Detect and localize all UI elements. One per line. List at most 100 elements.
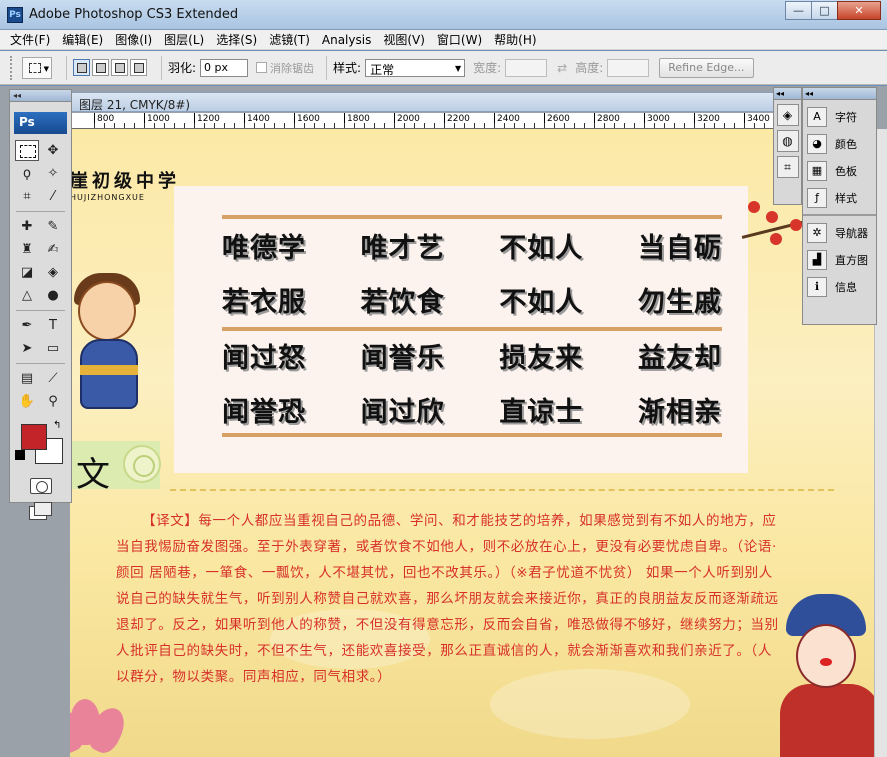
rectangular-marquee-tool[interactable] (15, 140, 39, 161)
paths-icon[interactable]: ⌗ (776, 156, 799, 178)
feather-input[interactable]: 0 px (200, 58, 249, 77)
panel-navigator[interactable]: ✲ 导航器 (803, 219, 876, 246)
menu-view[interactable]: 视图(V) (383, 31, 425, 48)
layers-icon[interactable]: ◈ (776, 104, 799, 126)
panel-swatches[interactable]: ▦ 色板 (803, 157, 876, 184)
maximize-button[interactable]: □ (811, 1, 838, 20)
dragon-medallion-icon (123, 445, 161, 483)
panel-group: ✲ 导航器 ▟ 直方图 ℹ 信息 (803, 216, 876, 303)
menu-file[interactable]: 文件(F) (10, 31, 50, 48)
divider (16, 211, 65, 212)
ruler-minor-tick (754, 123, 755, 128)
document-tab[interactable]: 图层 21, CMYK/8#) (70, 92, 774, 112)
brush-tool-icon[interactable]: ✎ (41, 216, 65, 237)
menu-image[interactable]: 图像(I) (115, 31, 152, 48)
ruler-minor-tick (104, 123, 105, 128)
foreground-color-swatch[interactable] (21, 424, 47, 450)
panel-label: 字符 (835, 110, 857, 124)
document-canvas[interactable]: 崖初级中学 HUJIZHONGXUE 唯德学 唯才艺 不如人 当自砺 若衣服 若… (70, 129, 887, 757)
ruler-minor-tick (574, 123, 575, 128)
add-to-selection-button[interactable] (92, 59, 109, 76)
ruler-minor-tick (314, 123, 315, 128)
rectangle-shape-tool-icon[interactable]: ▭ (41, 338, 65, 359)
horizontal-ruler[interactable]: 800 1000 1200 1400 1600 1800 2000 2200 2… (70, 113, 774, 129)
swap-colors-icon[interactable]: ↰ (53, 420, 61, 431)
ruler-minor-tick (234, 123, 235, 128)
options-bar-grip[interactable] (10, 55, 14, 80)
move-tool-icon[interactable]: ✥ (41, 140, 65, 161)
subtract-from-selection-button[interactable] (111, 59, 128, 76)
ruler-minor-tick (634, 123, 635, 128)
poem-rule-bottom (222, 433, 722, 437)
type-tool-icon[interactable]: T (41, 315, 65, 336)
ruler-minor-tick (494, 123, 495, 128)
swap-dimensions-icon[interactable]: ⇄ (557, 61, 567, 75)
photoshop-logo[interactable]: Ps (14, 112, 67, 134)
refine-edge-button[interactable]: Refine Edge... (659, 57, 754, 78)
history-brush-tool-icon[interactable]: ✍ (41, 239, 65, 260)
poem-phrase: 损友来 (499, 343, 584, 374)
crop-tool-icon[interactable]: ⌗ (15, 186, 39, 207)
ruler-minor-tick (364, 123, 365, 128)
panel-label: 信息 (835, 280, 857, 294)
minimize-button[interactable]: — (785, 1, 812, 20)
magic-wand-tool-icon[interactable]: ✧ (41, 163, 65, 184)
paint-bucket-tool-icon[interactable]: ◈ (41, 262, 65, 283)
width-input[interactable] (505, 58, 548, 77)
menu-filter[interactable]: 滤镜(T) (269, 31, 310, 48)
tools-panel-header[interactable]: ◂◂ (10, 90, 71, 102)
blur-tool-icon[interactable]: △ (15, 285, 39, 306)
slice-tool-icon[interactable]: ⁄ (41, 186, 65, 207)
ruler-minor-tick (604, 123, 605, 128)
eyedropper-tool-icon[interactable]: ⟋ (41, 368, 65, 389)
ruler-minor-tick (644, 123, 645, 128)
menu-edit[interactable]: 编辑(E) (62, 31, 103, 48)
tool-grid: ✒ T ➤ ▭ (10, 313, 71, 361)
menu-help[interactable]: 帮助(H) (494, 31, 536, 48)
clone-stamp-tool-icon[interactable]: ♜ (15, 239, 39, 260)
eraser-tool-icon[interactable]: ◪ (15, 262, 39, 283)
ruler-minor-tick (714, 123, 715, 128)
height-input[interactable] (607, 58, 650, 77)
dodge-tool-icon[interactable]: ● (41, 285, 65, 306)
dock-header[interactable]: ◂◂ (774, 88, 801, 100)
zoom-tool-icon[interactable]: ⚲ (41, 391, 65, 412)
panel-color[interactable]: ◕ 颜色 (803, 130, 876, 157)
lasso-tool-icon[interactable]: ϙ (15, 163, 39, 184)
panel-histogram[interactable]: ▟ 直方图 (803, 246, 876, 273)
panel-character[interactable]: A 字符 (803, 103, 876, 130)
healing-brush-tool-icon[interactable]: ✚ (15, 216, 39, 237)
ruler-minor-tick (94, 123, 95, 128)
ruler-minor-tick (294, 123, 295, 128)
panel-info[interactable]: ℹ 信息 (803, 273, 876, 300)
menu-layer[interactable]: 图层(L) (164, 31, 204, 48)
ruler-minor-tick (134, 123, 135, 128)
intersect-selection-button[interactable] (130, 59, 147, 76)
panel-styles[interactable]: ƒ 样式 (803, 184, 876, 211)
new-selection-button[interactable] (73, 59, 90, 76)
style-label: 样式: (333, 61, 362, 75)
dock-panel-header[interactable]: ◂◂ (803, 88, 876, 100)
close-button[interactable]: ✕ (837, 1, 881, 20)
notes-tool-icon[interactable]: ▤ (15, 368, 39, 389)
photoshop-app-icon: Ps (7, 7, 23, 23)
window-controls: — □ ✕ (785, 1, 881, 20)
hand-tool-icon[interactable]: ✋ (15, 391, 39, 412)
tool-preset-picker[interactable]: ▼ (22, 56, 52, 79)
channels-icon[interactable]: ◍ (776, 130, 799, 152)
path-selection-tool-icon[interactable]: ➤ (15, 338, 39, 359)
style-select[interactable]: 正常 ▼ (365, 58, 466, 77)
quick-mask-button[interactable] (29, 478, 52, 494)
menu-window[interactable]: 窗口(W) (437, 31, 482, 48)
tool-grid: ✥ ϙ ✧ ⌗ ⁄ (10, 138, 71, 209)
ruler-minor-tick (374, 123, 375, 128)
menu-select[interactable]: 选择(S) (216, 31, 257, 48)
ruler-minor-tick (504, 123, 505, 128)
pen-tool-icon[interactable]: ✒ (15, 315, 39, 336)
default-colors-icon[interactable] (15, 450, 25, 460)
antialias-checkbox[interactable]: 消除锯齿 (256, 60, 314, 76)
poem-phrase: 勿生戚 (637, 287, 722, 318)
menu-bar: 文件(F) 编辑(E) 图像(I) 图层(L) 选择(S) 滤镜(T) Anal… (0, 30, 887, 50)
screen-mode-button[interactable] (28, 502, 53, 520)
menu-analysis[interactable]: Analysis (322, 33, 371, 47)
